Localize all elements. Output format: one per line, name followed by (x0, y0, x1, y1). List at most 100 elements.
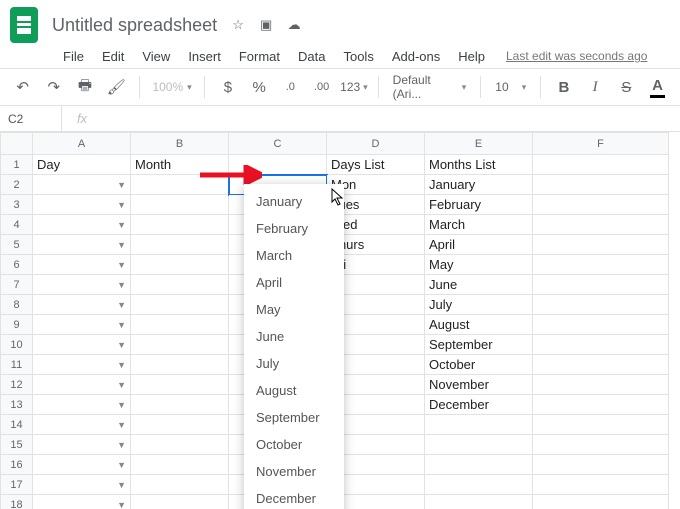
italic-button[interactable]: I (582, 73, 607, 101)
cell-B16[interactable] (131, 455, 229, 475)
cell-A15[interactable]: ▼ (33, 435, 131, 455)
row-header-18[interactable]: 18 (1, 495, 33, 509)
menu-help[interactable]: Help (451, 47, 492, 66)
cell-F16[interactable] (533, 455, 669, 475)
data-validation-dropdown[interactable]: JanuaryFebruaryMarchAprilMayJuneJulyAugu… (244, 184, 344, 509)
cell-B14[interactable] (131, 415, 229, 435)
cell-A13[interactable]: ▼ (33, 395, 131, 415)
cell-dropdown-icon[interactable]: ▼ (117, 200, 126, 210)
decrease-decimal-button[interactable]: .0 (278, 73, 303, 101)
row-header-1[interactable]: 1 (1, 155, 33, 175)
cell-F5[interactable] (533, 235, 669, 255)
cell-F4[interactable] (533, 215, 669, 235)
dropdown-item-april[interactable]: April (244, 269, 344, 296)
column-header-D[interactable]: D (327, 133, 425, 155)
cell-B3[interactable] (131, 195, 229, 215)
row-header-4[interactable]: 4 (1, 215, 33, 235)
cell-B4[interactable] (131, 215, 229, 235)
cell-E10[interactable]: September (425, 335, 533, 355)
cloud-icon[interactable]: ☁ (285, 17, 303, 33)
cell-A18[interactable]: ▼ (33, 495, 131, 509)
cell-E6[interactable]: May (425, 255, 533, 275)
cell-B8[interactable] (131, 295, 229, 315)
cell-E8[interactable]: July (425, 295, 533, 315)
column-header-A[interactable]: A (33, 133, 131, 155)
redo-icon[interactable]: ↷ (41, 73, 66, 101)
cell-A17[interactable]: ▼ (33, 475, 131, 495)
cell-A5[interactable]: ▼ (33, 235, 131, 255)
cell-B10[interactable] (131, 335, 229, 355)
cell-E5[interactable]: April (425, 235, 533, 255)
column-header-C[interactable]: C (229, 133, 327, 155)
move-icon[interactable]: ▣ (257, 17, 275, 33)
cell-F11[interactable] (533, 355, 669, 375)
cell-dropdown-icon[interactable]: ▼ (117, 280, 126, 290)
cell-dropdown-icon[interactable]: ▼ (117, 320, 126, 330)
cell-dropdown-icon[interactable]: ▼ (117, 480, 126, 490)
row-header-10[interactable]: 10 (1, 335, 33, 355)
cell-A7[interactable]: ▼ (33, 275, 131, 295)
strike-button[interactable]: S (614, 73, 639, 101)
cell-E2[interactable]: January (425, 175, 533, 195)
column-header-F[interactable]: F (533, 133, 669, 155)
cell-D1[interactable]: Days List (327, 155, 425, 175)
row-header-12[interactable]: 12 (1, 375, 33, 395)
row-header-11[interactable]: 11 (1, 355, 33, 375)
cell-F8[interactable] (533, 295, 669, 315)
dropdown-item-may[interactable]: May (244, 296, 344, 323)
cell-B7[interactable] (131, 275, 229, 295)
row-header-6[interactable]: 6 (1, 255, 33, 275)
row-header-7[interactable]: 7 (1, 275, 33, 295)
cell-F2[interactable] (533, 175, 669, 195)
corner-cell[interactable] (1, 133, 33, 155)
cell-B11[interactable] (131, 355, 229, 375)
cell-dropdown-icon[interactable]: ▼ (117, 440, 126, 450)
cell-E15[interactable] (425, 435, 533, 455)
menu-tools[interactable]: Tools (336, 47, 380, 66)
cell-E14[interactable] (425, 415, 533, 435)
bold-button[interactable]: B (551, 73, 576, 101)
cell-dropdown-icon[interactable]: ▼ (117, 340, 126, 350)
name-box[interactable]: C2 (0, 106, 62, 131)
undo-icon[interactable]: ↶ (10, 73, 35, 101)
row-header-3[interactable]: 3 (1, 195, 33, 215)
cell-A4[interactable]: ▼ (33, 215, 131, 235)
menu-insert[interactable]: Insert (181, 47, 228, 66)
dropdown-item-november[interactable]: November (244, 458, 344, 485)
column-header-B[interactable]: B (131, 133, 229, 155)
cell-B15[interactable] (131, 435, 229, 455)
cell-A1[interactable]: Day (33, 155, 131, 175)
cell-E1[interactable]: Months List (425, 155, 533, 175)
row-header-15[interactable]: 15 (1, 435, 33, 455)
print-icon[interactable]: 🖶 (72, 73, 97, 101)
currency-button[interactable]: $ (215, 73, 240, 101)
cell-dropdown-icon[interactable]: ▼ (117, 300, 126, 310)
cell-E11[interactable]: October (425, 355, 533, 375)
menu-edit[interactable]: Edit (95, 47, 131, 66)
menu-data[interactable]: Data (291, 47, 332, 66)
cell-B13[interactable] (131, 395, 229, 415)
cell-F17[interactable] (533, 475, 669, 495)
row-header-14[interactable]: 14 (1, 415, 33, 435)
cell-F7[interactable] (533, 275, 669, 295)
cell-F3[interactable] (533, 195, 669, 215)
row-header-9[interactable]: 9 (1, 315, 33, 335)
cell-A12[interactable]: ▼ (33, 375, 131, 395)
dropdown-item-july[interactable]: July (244, 350, 344, 377)
row-header-13[interactable]: 13 (1, 395, 33, 415)
font-size-select[interactable]: 10▾ (491, 80, 530, 94)
cell-E17[interactable] (425, 475, 533, 495)
dropdown-item-september[interactable]: September (244, 404, 344, 431)
star-icon[interactable]: ☆ (229, 17, 247, 33)
dropdown-item-february[interactable]: February (244, 215, 344, 242)
cell-dropdown-icon[interactable]: ▼ (117, 220, 126, 230)
formula-bar[interactable] (102, 106, 680, 131)
cell-dropdown-icon[interactable]: ▼ (117, 180, 126, 190)
cell-dropdown-icon[interactable]: ▼ (117, 360, 126, 370)
cell-B5[interactable] (131, 235, 229, 255)
cell-B12[interactable] (131, 375, 229, 395)
cell-A3[interactable]: ▼ (33, 195, 131, 215)
cell-dropdown-icon[interactable]: ▼ (117, 400, 126, 410)
row-header-17[interactable]: 17 (1, 475, 33, 495)
cell-F14[interactable] (533, 415, 669, 435)
